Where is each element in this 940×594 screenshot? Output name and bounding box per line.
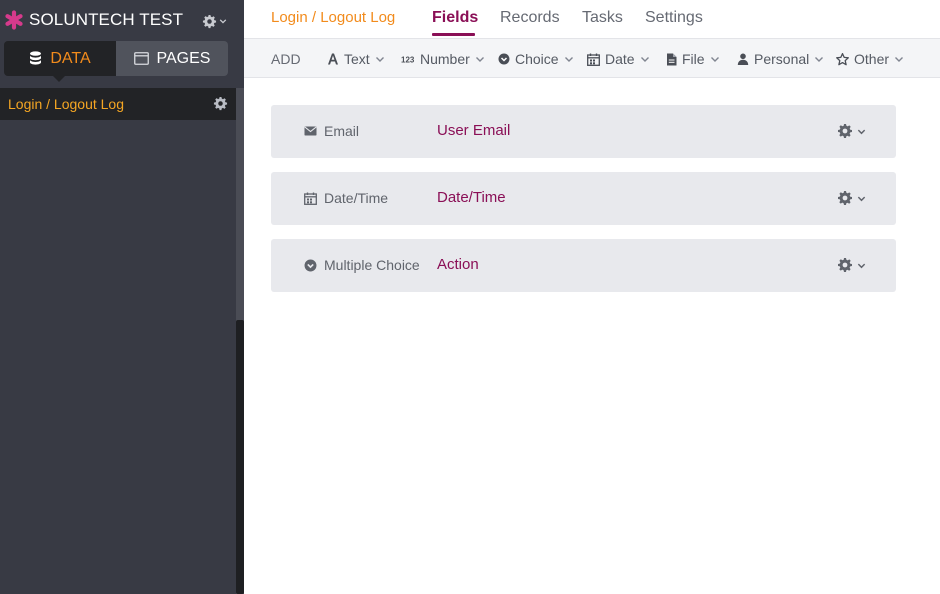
sidebar-item-login-logout-log[interactable]: Login / Logout Log bbox=[0, 88, 236, 120]
add-file-field-button[interactable]: File bbox=[666, 51, 720, 67]
field-settings-button[interactable] bbox=[837, 257, 866, 273]
tab-records[interactable]: Records bbox=[500, 9, 560, 27]
mode-switcher: DATA PAGES bbox=[0, 40, 236, 88]
top-navigation: Login / Logout Log Fields Records Tasks … bbox=[244, 0, 940, 38]
field-name[interactable]: User Email bbox=[437, 122, 510, 139]
sidebar-scrollbar-thumb[interactable] bbox=[236, 320, 244, 594]
tab-settings[interactable]: Settings bbox=[645, 9, 703, 27]
gear-icon bbox=[838, 124, 852, 138]
gear-icon bbox=[202, 14, 217, 28]
add-number-field-button[interactable]: 123 Number bbox=[401, 51, 485, 67]
add-file-label: File bbox=[682, 51, 705, 67]
chevron-down-icon bbox=[375, 57, 384, 62]
add-personal-field-button[interactable]: Personal bbox=[737, 51, 824, 67]
field-type: Date/Time bbox=[304, 190, 388, 206]
pages-mode-tab[interactable]: PAGES bbox=[116, 41, 228, 76]
chevron-down-icon bbox=[857, 263, 866, 268]
chevron-down-icon bbox=[895, 57, 904, 62]
add-text-field-button[interactable]: Text bbox=[327, 51, 385, 67]
window-icon bbox=[133, 52, 149, 65]
number-123-icon: 123 bbox=[401, 56, 415, 65]
app-name: SOLUNTECH TEST bbox=[29, 10, 184, 29]
star-icon bbox=[836, 52, 849, 65]
sidebar-item-label: Login / Logout Log bbox=[8, 96, 124, 112]
tab-tasks[interactable]: Tasks bbox=[582, 9, 623, 27]
add-choice-field-button[interactable]: Choice bbox=[498, 51, 574, 67]
add-other-field-button[interactable]: Other bbox=[836, 51, 904, 67]
choice-circle-icon bbox=[304, 259, 317, 271]
choice-circle-icon bbox=[498, 53, 510, 65]
file-icon bbox=[667, 53, 677, 65]
breadcrumb[interactable]: Login / Logout Log bbox=[271, 9, 395, 26]
field-type-label: Multiple Choice bbox=[324, 257, 420, 273]
svg-text:123: 123 bbox=[401, 56, 415, 65]
tab-fields[interactable]: Fields bbox=[432, 9, 478, 27]
envelope-icon bbox=[304, 126, 317, 136]
add-choice-label: Choice bbox=[515, 51, 559, 67]
gear-icon bbox=[838, 191, 852, 205]
app-header: SOLUNTECH TEST bbox=[0, 0, 236, 40]
app-settings-button[interactable] bbox=[202, 12, 232, 30]
pages-mode-label: PAGES bbox=[156, 49, 211, 67]
chevron-down-icon bbox=[857, 129, 866, 134]
chevron-down-icon bbox=[857, 196, 866, 201]
add-personal-label: Personal bbox=[754, 51, 810, 67]
field-type-label: Email bbox=[324, 123, 360, 139]
calendar-icon bbox=[304, 192, 317, 205]
chevron-down-icon bbox=[815, 57, 824, 62]
sidebar: SOLUNTECH TEST DATA PAGES Login / Logout… bbox=[0, 0, 244, 594]
chevron-down-icon bbox=[564, 57, 573, 62]
field-name[interactable]: Date/Time bbox=[437, 189, 506, 206]
add-label: ADD bbox=[271, 51, 301, 67]
gear-icon[interactable] bbox=[213, 96, 228, 111]
field-row[interactable]: Multiple Choice Action bbox=[271, 239, 896, 292]
person-icon bbox=[737, 53, 749, 65]
field-toolbar: ADD Text 123 Number Choice Date File Per… bbox=[244, 38, 940, 78]
gear-icon bbox=[838, 258, 852, 272]
add-number-label: Number bbox=[420, 51, 470, 67]
active-tab-indicator bbox=[432, 33, 475, 36]
chevron-down-icon bbox=[640, 57, 649, 62]
chevron-down-icon bbox=[219, 19, 227, 24]
data-mode-tab[interactable]: DATA bbox=[4, 41, 116, 76]
field-type: Multiple Choice bbox=[304, 257, 420, 273]
text-font-icon bbox=[328, 53, 338, 65]
field-name[interactable]: Action bbox=[437, 256, 479, 273]
chevron-down-icon bbox=[475, 57, 484, 62]
add-date-label: Date bbox=[605, 51, 635, 67]
field-type-label: Date/Time bbox=[324, 190, 389, 206]
field-row[interactable]: Date/Time Date/Time bbox=[271, 172, 896, 225]
field-row[interactable]: Email User Email bbox=[271, 105, 896, 158]
add-text-label: Text bbox=[344, 51, 370, 67]
field-type: Email bbox=[304, 123, 359, 139]
active-mode-caret bbox=[53, 76, 65, 82]
field-settings-button[interactable] bbox=[837, 123, 866, 139]
database-icon bbox=[30, 51, 42, 65]
field-settings-button[interactable] bbox=[837, 190, 866, 206]
chevron-down-icon bbox=[710, 57, 719, 62]
data-mode-label: DATA bbox=[50, 49, 91, 67]
calendar-icon bbox=[587, 53, 600, 66]
app-logo-icon bbox=[5, 10, 23, 30]
add-date-field-button[interactable]: Date bbox=[587, 51, 650, 67]
add-other-label: Other bbox=[854, 51, 890, 67]
